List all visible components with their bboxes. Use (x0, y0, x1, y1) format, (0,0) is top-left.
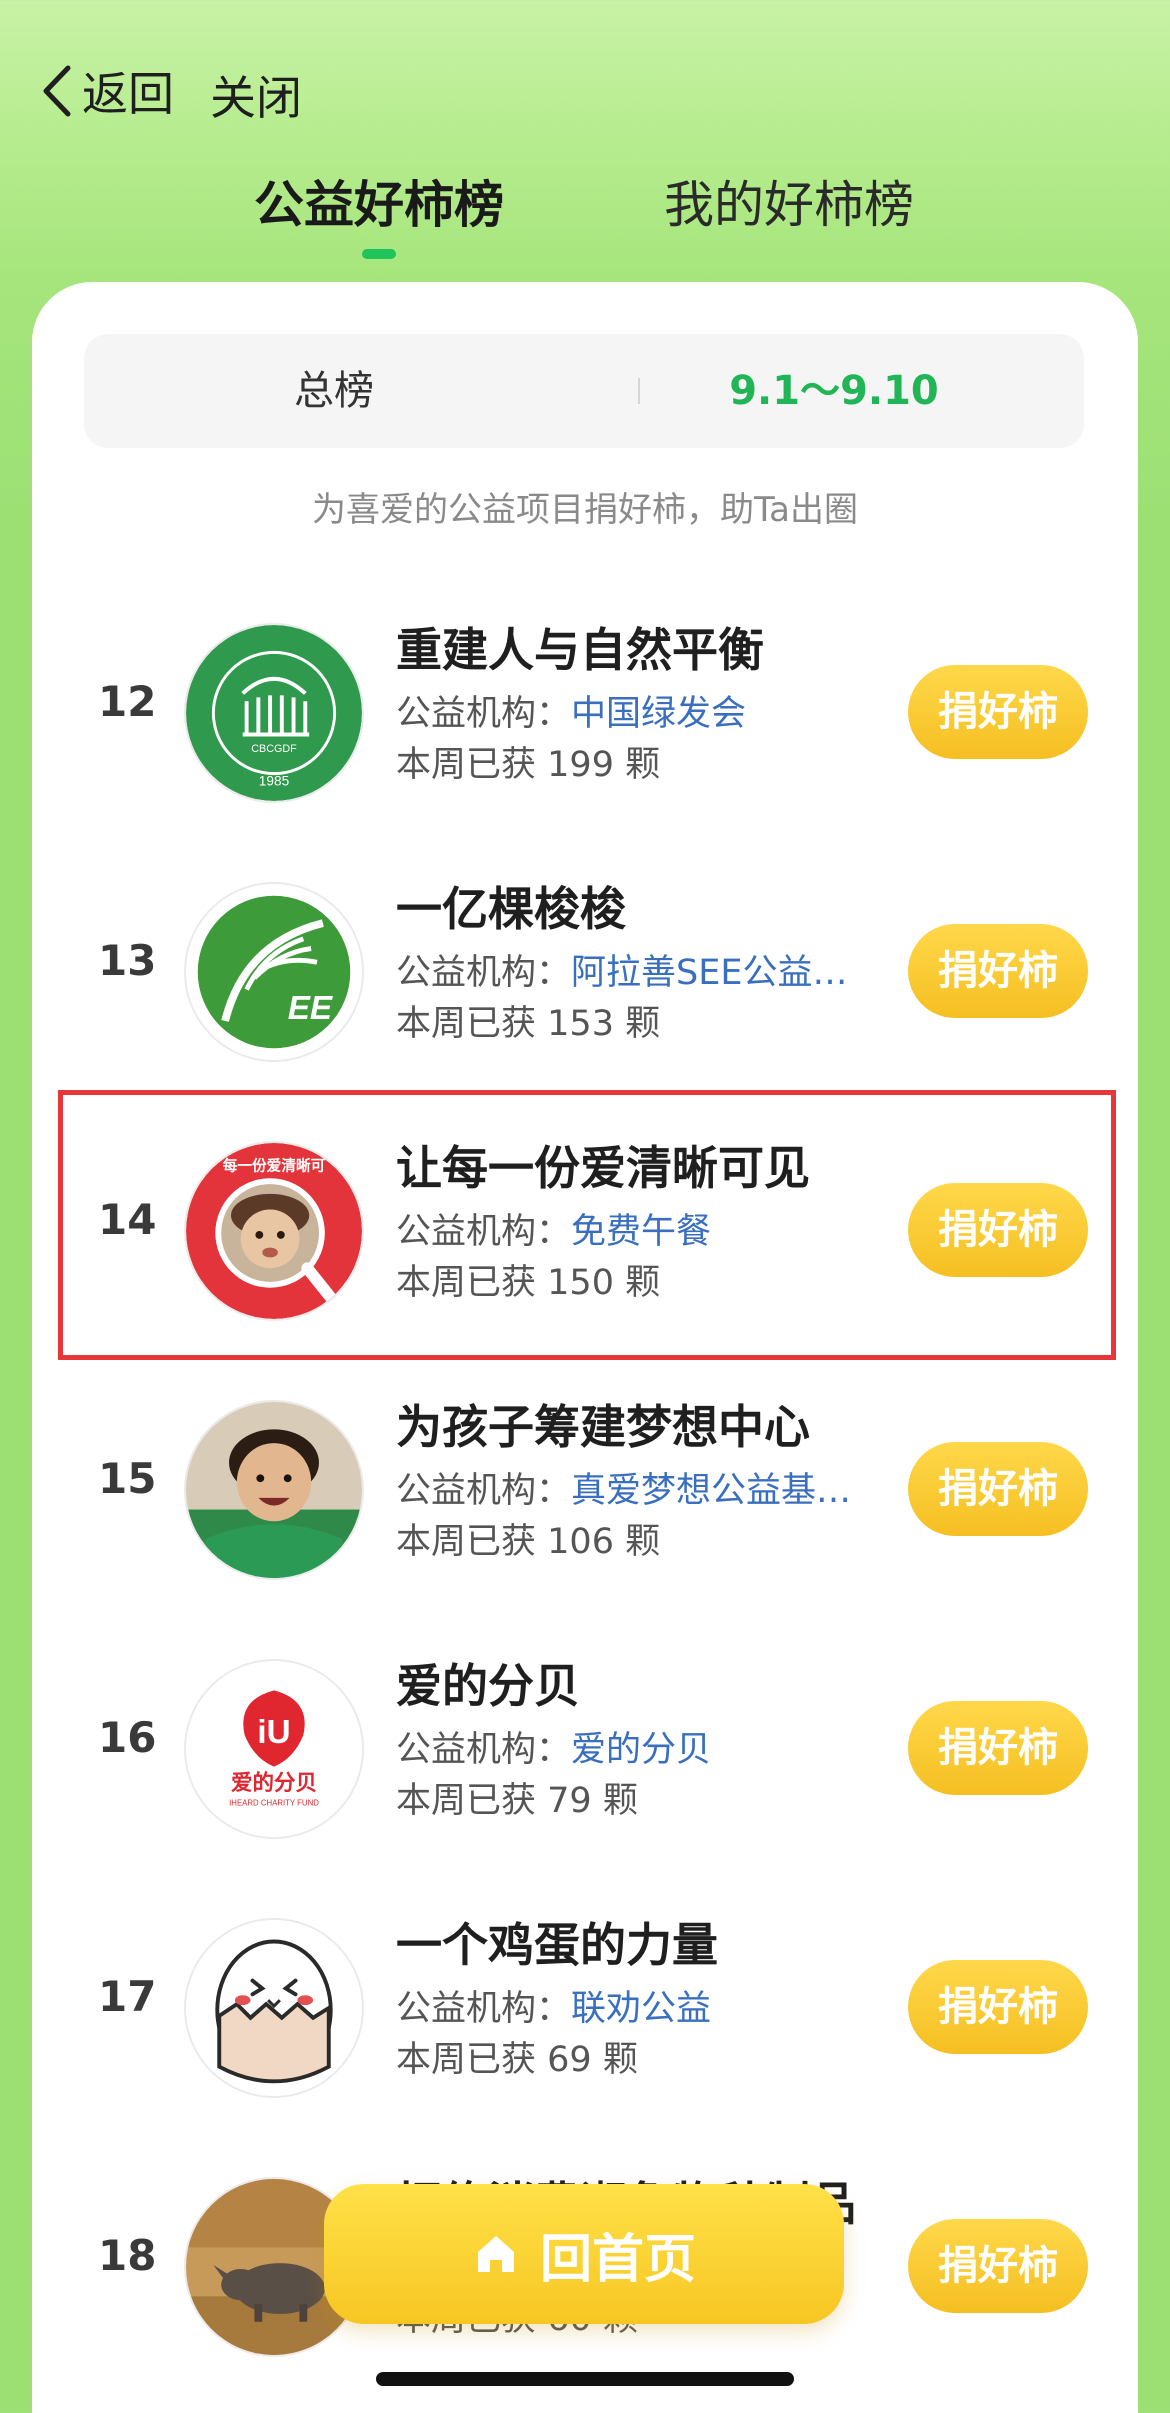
item-info: 为孩子筹建梦想中心 公益机构：真爱梦想公益基… 本周已获 106 颗 (396, 1396, 896, 1568)
rank-number: 13 (98, 936, 157, 985)
list-item[interactable]: 15 为孩子筹建梦想中心 公益机构：真爱梦想公益基… 本周已获 106 颗 捐好… (32, 1356, 1138, 1614)
weekly-count: 本周已获 69 颗 (396, 2040, 638, 2080)
item-info: 一亿棵梭梭 公益机构：阿拉善SEE公益… 本周已获 153 颗 (396, 878, 896, 1050)
home-button[interactable]: 回首页 (324, 2184, 844, 2324)
rank-number: 17 (98, 1972, 157, 2021)
count-value: 106 (547, 1522, 614, 1562)
see-logo-icon: EE (184, 882, 364, 1062)
project-title: 为孩子筹建梦想中心 (396, 1400, 810, 1454)
close-button[interactable]: 关闭 (210, 62, 302, 128)
org-prefix: 公益机构： (396, 694, 572, 734)
ranking-filter: 总榜 9.1～9.10 (84, 334, 1084, 448)
project-title: 爱的分贝 (396, 1659, 580, 1713)
iheard-logo-icon: iU 爱的分贝 IHEARD CHARITY FUND (184, 1659, 364, 1839)
list-item[interactable]: 17 一个鸡蛋的力量 公益机构：联劝公益 本周已获 69 颗 捐好柿 (32, 1874, 1138, 2132)
weekly-count: 本周已获 106 颗 (396, 1522, 661, 1562)
count-value: 69 (547, 2040, 592, 2080)
svg-text:1985: 1985 (259, 773, 290, 788)
donate-button[interactable]: 捐好柿 (908, 2219, 1088, 2313)
org-name[interactable]: 真爱梦想公益基… (571, 1471, 851, 1511)
count-value: 199 (547, 745, 614, 785)
filter-overall[interactable]: 总榜 (84, 334, 584, 448)
filter-date-range[interactable]: 9.1～9.10 (584, 334, 1084, 448)
item-info: 重建人与自然平衡 公益机构：中国绿发会 本周已获 199 颗 (396, 619, 896, 791)
weekly-count: 本周已获 199 颗 (396, 745, 661, 785)
donate-button[interactable]: 捐好柿 (908, 1701, 1088, 1795)
org-line: 公益机构：联劝公益 (396, 1989, 712, 2029)
active-tab-indicator (362, 249, 396, 259)
back-button[interactable]: 返回 (36, 58, 174, 124)
project-title: 一亿棵梭梭 (396, 882, 626, 936)
list-item[interactable]: 12 CBCGDF 1985 重建人与自然平衡 公益机构：中国绿发会 本周已获 … (32, 579, 1138, 837)
cbcgdf-logo-icon: CBCGDF 1985 (184, 623, 364, 803)
rank-number: 12 (98, 677, 157, 726)
tab-bar: 公益好柿榜 我的好柿榜 (0, 165, 1170, 285)
tab-charity-ranking[interactable]: 公益好柿榜 (254, 165, 504, 237)
tagline: 为喜爱的公益项目捐好柿，助Ta出圈 (312, 490, 858, 530)
weekly-count: 本周已获 153 颗 (396, 1004, 661, 1044)
svg-text:IHEARD CHARITY FUND: IHEARD CHARITY FUND (229, 1799, 319, 1808)
home-icon (477, 2236, 514, 2272)
home-button-label: 回首页 (539, 2229, 696, 2290)
item-info: 爱的分贝 公益机构：爱的分贝 本周已获 79 颗 (396, 1655, 896, 1827)
org-line: 公益机构：爱的分贝 (396, 1730, 712, 1770)
svg-text:爱的分贝: 爱的分贝 (231, 1770, 317, 1796)
egg-mascot-icon (184, 1918, 364, 2098)
project-title: 一个鸡蛋的力量 (396, 1918, 718, 1972)
org-line: 公益机构：阿拉善SEE公益… (396, 953, 848, 993)
tab-my-ranking[interactable]: 我的好柿榜 (664, 165, 914, 237)
highlight-annotation (58, 1090, 1116, 1360)
org-name[interactable]: 爱的分贝 (571, 1730, 711, 1770)
svg-text:EE: EE (288, 990, 333, 1027)
donate-button[interactable]: 捐好柿 (908, 924, 1088, 1018)
ranking-card: 总榜 9.1～9.10 为喜爱的公益项目捐好柿，助Ta出圈 12 CBCGDF … (32, 282, 1138, 2413)
project-title: 重建人与自然平衡 (396, 623, 764, 677)
smiling-child-photo-icon (184, 1400, 364, 1580)
donate-button[interactable]: 捐好柿 (908, 665, 1088, 759)
rank-number: 15 (98, 1454, 157, 1503)
back-label: 返回 (82, 67, 174, 121)
home-indicator (376, 2372, 794, 2386)
donate-button[interactable]: 捐好柿 (908, 1442, 1088, 1536)
svg-text:iU: iU (257, 1714, 290, 1751)
org-name[interactable]: 联劝公益 (571, 1989, 711, 2029)
org-line: 公益机构：中国绿发会 (396, 689, 896, 739)
top-nav: 返回 关闭 (0, 0, 1170, 170)
rank-number: 18 (98, 2231, 157, 2280)
chevron-left-icon (43, 65, 71, 117)
org-name[interactable]: 阿拉善SEE公益… (571, 953, 847, 993)
donate-button[interactable]: 捐好柿 (908, 1960, 1088, 2054)
weekly-count: 本周已获 79 颗 (396, 1781, 638, 1821)
org-line: 公益机构：真爱梦想公益基… (396, 1471, 852, 1511)
org-name[interactable]: 中国绿发会 (571, 694, 746, 734)
list-item[interactable]: 16 iU 爱的分贝 IHEARD CHARITY FUND 爱的分贝 公益机构… (32, 1615, 1138, 1873)
item-info: 一个鸡蛋的力量 公益机构：联劝公益 本周已获 69 颗 (396, 1914, 896, 2086)
count-value: 79 (547, 1781, 592, 1821)
count-value: 153 (547, 1004, 614, 1044)
rank-number: 16 (98, 1713, 157, 1762)
list-item[interactable]: 13 EE 一亿棵梭梭 公益机构：阿拉善SEE公益… 本周已获 153 颗 捐好… (32, 838, 1138, 1096)
svg-text:CBCGDF: CBCGDF (251, 743, 297, 755)
